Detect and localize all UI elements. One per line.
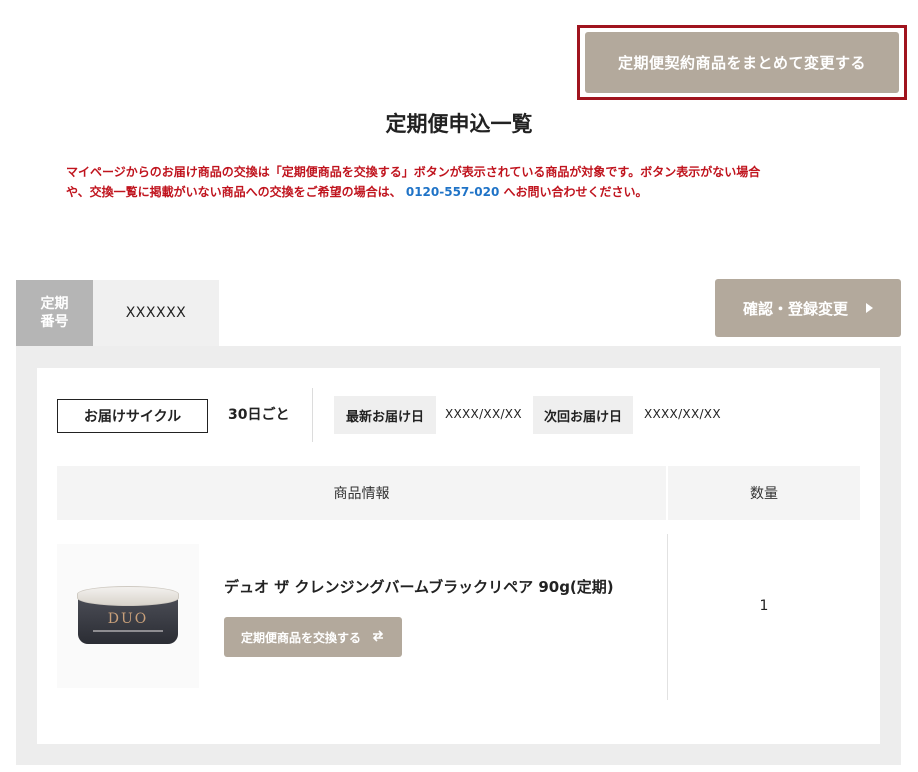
contract-label-line-2: 番号 xyxy=(40,314,69,330)
notice-line-2: や、交換一覧に掲載がいない商品への交換をご希望の場合は、 0120-557-02… xyxy=(66,182,866,202)
contract-label-line-1: 定期 xyxy=(40,296,69,312)
bulk-change-button[interactable]: 定期便契約商品をまとめて変更する xyxy=(585,32,899,93)
product-quantity: 1 xyxy=(759,598,769,614)
quantity-header: 数量 xyxy=(668,466,860,520)
exchange-notice: マイページからのお届け商品の交換は「定期便商品を交換する」ボタンが表示されている… xyxy=(66,162,866,202)
divider xyxy=(312,388,313,442)
column-divider xyxy=(667,534,668,700)
delivery-cycle-value: 30日ごと xyxy=(228,407,290,423)
delivery-cycle-label: お届けサイクル xyxy=(57,399,208,433)
next-delivery-value: XXXX/XX/XX xyxy=(644,407,721,421)
bulk-change-highlight: 定期便契約商品をまとめて変更する xyxy=(577,25,907,100)
subscription-list-page: 定期便契約商品をまとめて変更する 定期便申込一覧 マイページからのお届け商品の交… xyxy=(0,0,918,772)
exchange-product-button[interactable]: 定期便商品を交換する xyxy=(224,617,402,657)
product-brand-logo: DUO xyxy=(107,610,149,627)
product-image: DUO xyxy=(57,544,199,688)
jar-label-line xyxy=(93,629,163,632)
jar-lid xyxy=(77,586,179,606)
phone-number-link[interactable]: 0120-557-020 xyxy=(406,185,499,199)
confirm-change-button[interactable]: 確認・登録変更 xyxy=(715,279,901,337)
latest-delivery-label: 最新お届け日 xyxy=(334,396,436,434)
next-delivery-label: 次回お届け日 xyxy=(533,396,633,434)
notice-line-2-post: へお問い合わせください。 xyxy=(503,185,648,199)
contract-header: 定期 番号 XXXXXX xyxy=(16,280,219,346)
contract-number-value: XXXXXX xyxy=(125,305,187,321)
notice-line-1: マイページからのお届け商品の交換は「定期便商品を交換する」ボタンが表示されている… xyxy=(66,165,761,179)
swap-icon xyxy=(371,629,385,646)
product-name: デュオ ザ クレンジングバームブラックリペア 90g(定期) xyxy=(224,578,614,596)
page-title: 定期便申込一覧 xyxy=(385,112,533,136)
exchange-product-label: 定期便商品を交換する xyxy=(240,630,361,645)
product-info-header: 商品情報 xyxy=(57,466,666,520)
arrow-right-icon xyxy=(866,303,873,313)
latest-delivery-value: XXXX/XX/XX xyxy=(445,407,522,421)
confirm-change-label: 確認・登録変更 xyxy=(742,299,848,318)
notice-line-2-pre: や、交換一覧に掲載がいない商品への交換をご希望の場合は、 xyxy=(66,185,402,199)
contract-number-label: 定期 番号 xyxy=(16,280,93,346)
